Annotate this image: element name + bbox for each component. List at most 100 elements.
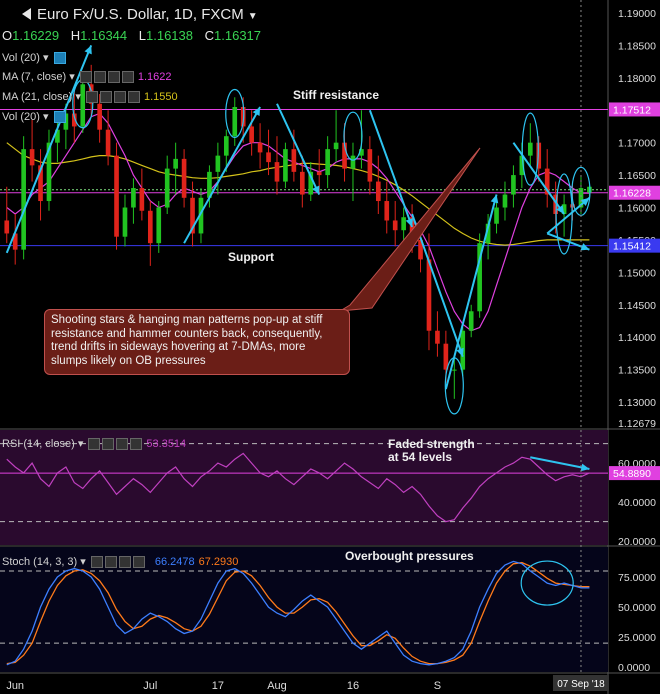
time-axis-tick-label: S (434, 680, 441, 692)
chevron-down-icon[interactable]: ▾ (80, 556, 86, 568)
candle-body (375, 181, 381, 202)
legend-stoch-label: Stoch (14, 3, 3) (2, 556, 78, 568)
candle-body (156, 207, 162, 244)
candle-body (325, 149, 330, 176)
candle-body (131, 188, 136, 208)
close-icon[interactable] (118, 556, 131, 569)
price-axis-tick-label: 1.14000 (618, 332, 656, 344)
level-badge-label-support: 1.15412 (613, 241, 651, 253)
price-axis-tick-label: 1.18000 (618, 73, 656, 85)
ohlc-low-value: 1.16138 (146, 28, 193, 43)
eye-icon[interactable] (79, 71, 92, 84)
legend-stoch-d-value: 67.2930 (198, 556, 239, 568)
rsi-note-line-1: Faded strength (388, 437, 475, 451)
price-axis-tick-label: 1.18500 (618, 40, 656, 52)
legend-ma21[interactable]: MA (21, close) ▾ 1.1550 (2, 90, 178, 104)
candle-body (502, 194, 508, 208)
candle-body (122, 207, 128, 237)
candle-body (274, 162, 280, 182)
trend-arrow-head (456, 347, 464, 357)
eye-icon[interactable] (53, 52, 66, 65)
eye-icon[interactable] (90, 556, 103, 569)
candle-body (451, 369, 457, 371)
rsi-axis-tick-label: 20.0000 (618, 536, 656, 548)
chevron-down-icon[interactable]: ▾ (75, 91, 81, 103)
annotation-box: Shooting stars & hanging man patterns po… (44, 309, 350, 375)
candle-body (527, 142, 533, 156)
more-icon[interactable] (121, 71, 134, 84)
legend-ma7[interactable]: MA (7, close) ▾ 1.1622 (2, 70, 172, 84)
time-axis-tick-label: Aug (267, 680, 287, 692)
eye-icon[interactable] (53, 111, 66, 124)
price-axis-tick-label: 1.17000 (618, 138, 656, 150)
price-axis-tick-label: 1.14500 (618, 300, 656, 312)
candle-body (350, 155, 356, 169)
legend-rsi[interactable]: RSI (14, close) ▾ 53.3514 (2, 437, 187, 451)
time-axis-current-label: 07 Sep '18 (557, 679, 605, 690)
legend-vol-top[interactable]: Vol (20) ▾ (2, 51, 66, 65)
more-icon[interactable] (130, 438, 143, 451)
candle-body (426, 259, 432, 331)
price-axis-tick-label: 1.13500 (618, 365, 656, 377)
time-axis-tick-label: 16 (347, 680, 359, 692)
chart-title-icon (22, 8, 31, 20)
ohlc-close-label: C (204, 28, 215, 43)
trend-arrow-head (405, 218, 414, 227)
legend-rsi-value: 53.3514 (146, 438, 187, 450)
candle-body (316, 171, 322, 176)
ohlc-low-label: L (138, 28, 146, 43)
legend-vol-bottom[interactable]: Vol (20) ▾ (2, 110, 66, 124)
eye-icon[interactable] (88, 438, 101, 451)
price-axis-tick-label: 1.16500 (618, 170, 656, 182)
chevron-down-icon[interactable]: ▾ (43, 111, 49, 123)
candle-body (494, 207, 499, 224)
legend-ma7-value: 1.1622 (137, 71, 172, 83)
legend-vol-top-label: Vol (20) (2, 52, 40, 64)
candle-body (257, 142, 263, 153)
candle-body (511, 175, 516, 195)
time-axis-tick-label: Jul (143, 680, 157, 692)
chevron-down-icon[interactable]: ▼ (248, 11, 258, 22)
time-axis-tick-label: Jun (6, 680, 24, 692)
legend-stoch[interactable]: Stoch (14, 3, 3) ▾ 66.2478 67.2930 (2, 555, 239, 569)
candle-body (114, 155, 119, 237)
candle-body (164, 168, 170, 208)
stoch-axis-tick-label: 50.0000 (618, 602, 656, 614)
trend-arrow (183, 106, 261, 244)
support-note: Support (228, 250, 274, 264)
close-icon[interactable] (113, 91, 126, 104)
more-icon[interactable] (132, 556, 145, 569)
price-axis-tick-label: 1.19000 (618, 8, 656, 20)
rsi-note-line-2: at 54 levels (388, 450, 453, 464)
chart-title[interactable]: Euro Fx/U.S. Dollar, 1D, FXCM ▼ (22, 6, 258, 23)
candle-body (435, 330, 440, 344)
candle-body (249, 126, 254, 143)
trend-arrow (368, 109, 414, 228)
candle-body (181, 158, 187, 198)
ohlc-close-value: 1.16317 (214, 28, 262, 43)
settings-icon[interactable] (93, 71, 106, 84)
candle-body (384, 201, 390, 221)
chevron-down-icon[interactable]: ▾ (69, 71, 75, 83)
more-icon[interactable] (127, 91, 140, 104)
price-axis-tick-label: 1.16000 (618, 203, 656, 215)
chevron-down-icon[interactable]: ▾ (78, 438, 84, 450)
ohlc-open-label: O (2, 28, 13, 43)
chevron-down-icon[interactable]: ▾ (43, 52, 49, 64)
price-axis-tick-label: 1.15000 (618, 267, 656, 279)
eye-icon[interactable] (85, 91, 98, 104)
candle-body (367, 149, 373, 182)
close-icon[interactable] (107, 71, 120, 84)
candle-body (215, 155, 221, 172)
settings-icon[interactable] (99, 91, 112, 104)
legend-ma21-value: 1.1550 (143, 91, 178, 103)
level-badge-label-resistance: 1.17512 (613, 104, 651, 116)
settings-icon[interactable] (102, 438, 115, 451)
settings-icon[interactable] (104, 556, 117, 569)
price-axis-tick-label: 1.13000 (618, 397, 656, 409)
close-icon[interactable] (116, 438, 129, 451)
rsi-axis-tick-label: 40.0000 (618, 497, 656, 509)
legend-stoch-k-value: 66.2478 (154, 556, 195, 568)
candle-body (299, 171, 305, 195)
stoch-axis-tick-label: 0.0000 (618, 662, 650, 674)
